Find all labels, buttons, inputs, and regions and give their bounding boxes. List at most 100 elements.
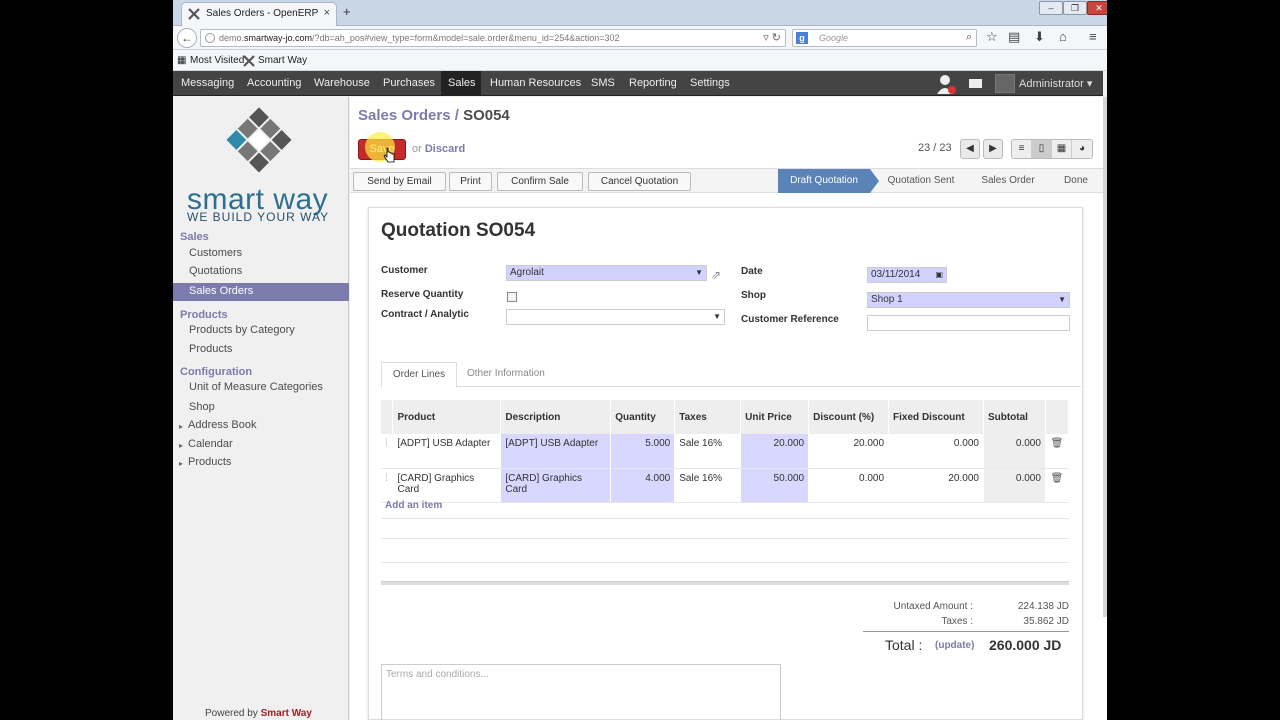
downloads-icon[interactable]: ⬇ <box>1034 29 1045 45</box>
minimize-button[interactable]: – <box>1039 1 1063 15</box>
menu-sales[interactable]: Sales <box>448 77 476 89</box>
sidebar-item-shop[interactable]: Shop <box>189 401 215 413</box>
user-menu[interactable]: Administrator ▾ <box>1019 77 1092 90</box>
bookmark-most-visited[interactable]: Most Visited <box>190 55 244 66</box>
chevron-down-icon[interactable]: ▼ <box>695 266 703 280</box>
sidebar-item-customers[interactable]: Customers <box>189 247 242 259</box>
previous-record-button[interactable]: ◀ <box>960 139 980 159</box>
trash-icon[interactable]: 🗑 <box>1045 468 1070 503</box>
window-close-button[interactable]: ✕ <box>1087 1 1107 15</box>
line-fixed-discount[interactable]: 0.000 <box>888 434 984 469</box>
line-discount[interactable]: 20.000 <box>808 434 890 469</box>
form-view-icon[interactable]: ▯ <box>1032 140 1052 158</box>
sidebar-item-uom-categories[interactable]: Unit of Measure Categories <box>189 381 323 393</box>
line-description[interactable]: [CARD] Graphics Card <box>500 468 612 503</box>
maximize-button[interactable]: ❐ <box>1063 1 1087 15</box>
menu-messaging[interactable]: Messaging <box>181 77 234 89</box>
search-icon[interactable]: ⌕ <box>966 31 972 44</box>
line-fixed-discount[interactable]: 20.000 <box>888 468 984 503</box>
status-draft-quotation[interactable]: Draft Quotation <box>778 169 879 193</box>
menu-human-resources[interactable]: Human Resources <box>490 77 581 89</box>
menu-icon[interactable]: ≡ <box>1089 29 1097 44</box>
cancel-quotation-button[interactable]: Cancel Quotation <box>588 172 691 191</box>
external-link-icon[interactable]: ⇗ <box>711 268 721 282</box>
new-tab-button[interactable]: + <box>343 4 351 19</box>
date-field[interactable]: 03/11/2014 ▣ <box>867 267 947 283</box>
line-discount[interactable]: 0.000 <box>808 468 890 503</box>
mail-icon[interactable] <box>969 79 982 88</box>
send-by-email-button[interactable]: Send by Email <box>353 172 446 191</box>
chevron-down-icon[interactable]: ▼ <box>1058 293 1066 307</box>
url-bar[interactable]: demo.smartway-jo.com/?db=ah_pos#view_typ… <box>200 29 786 47</box>
sidebar-item-products-collapsed[interactable]: Products <box>188 456 231 468</box>
sidebar-item-products-by-category[interactable]: Products by Category <box>189 324 295 336</box>
bookmark-star-icon[interactable]: ☆ <box>986 29 998 45</box>
sidebar-item-address-book[interactable]: Address Book <box>188 419 256 431</box>
line-quantity[interactable]: 5.000 <box>610 434 676 469</box>
reserve-quantity-checkbox[interactable] <box>507 292 517 302</box>
update-link[interactable]: (update) <box>935 640 974 651</box>
column-header-discount[interactable]: Discount (%) <box>808 400 890 434</box>
drag-handle-icon[interactable]: ⁞ <box>381 434 394 469</box>
line-quantity[interactable]: 4.000 <box>610 468 676 503</box>
column-header-fixed-discount[interactable]: Fixed Discount <box>888 400 984 434</box>
breadcrumb-parent[interactable]: Sales Orders <box>358 107 451 124</box>
menu-sms[interactable]: SMS <box>591 77 615 89</box>
add-item-link[interactable]: Add an item <box>385 500 442 511</box>
line-taxes[interactable]: Sale 16% <box>674 468 742 503</box>
line-description[interactable]: [ADPT] USB Adapter <box>500 434 612 469</box>
column-header-product[interactable]: Product <box>392 400 502 434</box>
tab-other-information[interactable]: Other Information <box>467 368 545 379</box>
discard-button[interactable]: Discard <box>425 143 465 155</box>
menu-warehouse[interactable]: Warehouse <box>314 77 370 89</box>
next-record-button[interactable]: ▶ <box>983 139 1003 159</box>
column-header-unit-price[interactable]: Unit Price <box>740 400 810 434</box>
scrollbar[interactable] <box>1103 97 1107 617</box>
shop-select[interactable]: Shop 1 ▼ <box>867 292 1070 308</box>
browser-tab[interactable]: Sales Orders - OpenERP × <box>181 2 337 26</box>
menu-purchases[interactable]: Purchases <box>383 77 435 89</box>
table-row[interactable]: ⁞ [CARD] Graphics Card [CARD] Graphics C… <box>381 468 1070 503</box>
trash-icon[interactable]: 🗑 <box>1045 434 1070 469</box>
contract-analytic-field[interactable]: ▼ <box>506 309 725 325</box>
line-product[interactable]: [ADPT] USB Adapter <box>392 434 502 469</box>
line-taxes[interactable]: Sale 16% <box>674 434 742 469</box>
column-header-quantity[interactable]: Quantity <box>610 400 676 434</box>
customer-field[interactable]: Agrolait ▼ <box>506 265 707 281</box>
menu-settings[interactable]: Settings <box>690 77 730 89</box>
home-icon[interactable]: ⌂ <box>1059 29 1067 44</box>
graph-view-icon[interactable]: ◕ <box>1072 140 1092 158</box>
sidebar-item-quotations[interactable]: Quotations <box>189 265 242 277</box>
sidebar-item-calendar[interactable]: Calendar <box>188 438 233 450</box>
back-button[interactable]: ← <box>177 28 197 48</box>
column-header-subtotal[interactable]: Subtotal <box>983 400 1046 434</box>
column-header-description[interactable]: Description <box>500 400 612 434</box>
tab-close-icon[interactable]: × <box>324 7 330 19</box>
sidebar-item-sales-orders[interactable]: Sales Orders <box>173 283 349 301</box>
table-row[interactable]: ⁞ [ADPT] USB Adapter [ADPT] USB Adapter … <box>381 434 1070 469</box>
print-button[interactable]: Print <box>449 172 492 191</box>
line-unit-price[interactable]: 50.000 <box>740 468 810 503</box>
user-notification-icon[interactable] <box>935 73 957 95</box>
confirm-sale-button[interactable]: Confirm Sale <box>497 172 583 191</box>
status-quotation-sent[interactable]: Quotation Sent <box>880 169 962 193</box>
line-product[interactable]: [CARD] Graphics Card <box>392 468 502 503</box>
search-box[interactable]: g Google ⌕ <box>792 29 977 47</box>
calendar-icon[interactable]: ▣ <box>935 268 943 282</box>
menu-reporting[interactable]: Reporting <box>629 77 677 89</box>
status-sales-order[interactable]: Sales Order <box>970 169 1046 193</box>
bookmark-smart-way[interactable]: Smart Way <box>258 55 307 66</box>
sidebar-item-products[interactable]: Products <box>189 343 232 355</box>
chevron-down-icon[interactable]: ▼ <box>713 310 721 324</box>
terms-textarea[interactable]: Terms and conditions... <box>381 664 781 720</box>
bookmarks-menu-icon[interactable]: ▤ <box>1008 29 1020 45</box>
list-view-icon[interactable]: ≡ <box>1012 140 1032 158</box>
column-header-taxes[interactable]: Taxes <box>674 400 742 434</box>
customer-reference-field[interactable] <box>867 315 1070 331</box>
tab-order-lines[interactable]: Order Lines <box>381 362 457 388</box>
drag-handle-icon[interactable]: ⁞ <box>381 468 394 503</box>
menu-accounting[interactable]: Accounting <box>247 77 301 89</box>
status-done[interactable]: Done <box>1054 169 1098 193</box>
reload-icon[interactable]: ▿ ↻ <box>763 31 781 44</box>
calendar-view-icon[interactable]: ▦ <box>1052 140 1072 158</box>
